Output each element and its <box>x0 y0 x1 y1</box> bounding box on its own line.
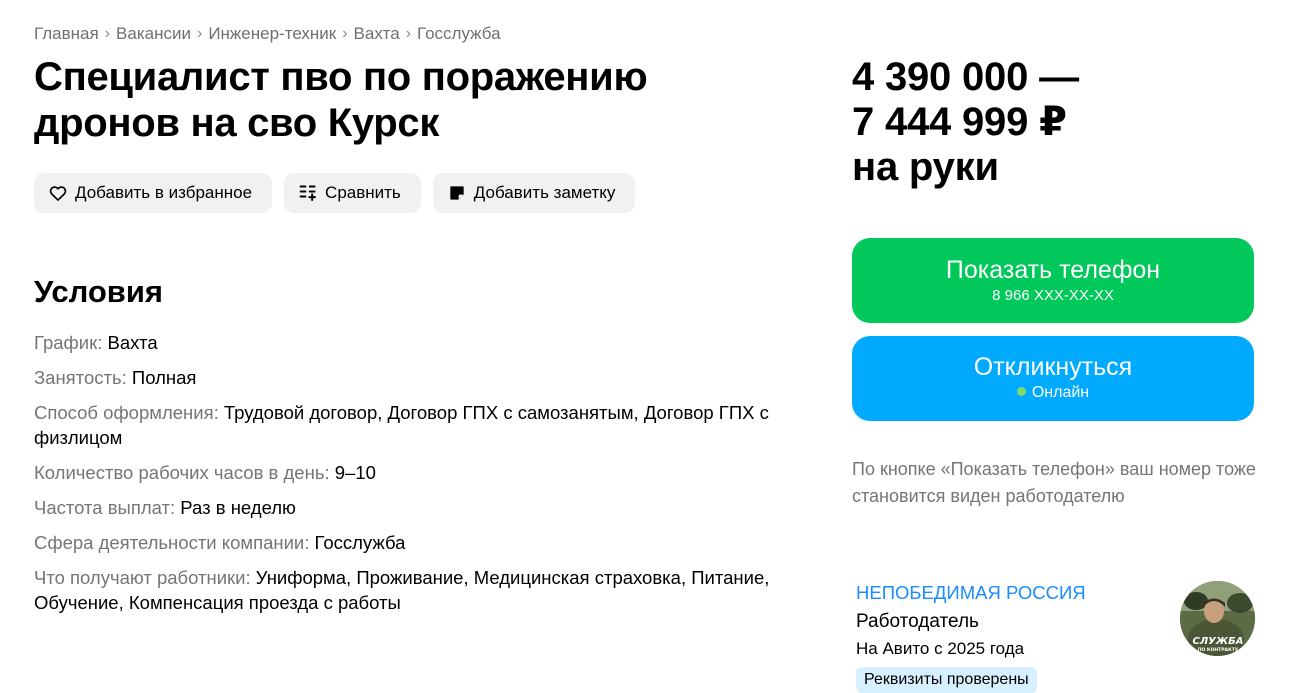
employer-since: На Авито с 2025 года <box>856 639 1025 658</box>
employer-role: Работодатель <box>856 611 979 632</box>
chevron-right-icon: › <box>104 25 111 42</box>
breadcrumb-civil-service[interactable]: Госслужба <box>417 24 501 44</box>
breadcrumb-shift[interactable]: Вахта <box>354 24 400 44</box>
respond-label: Откликнуться <box>973 353 1133 381</box>
compare-list-icon <box>298 183 318 203</box>
add-note-label: Добавить заметку <box>473 183 616 202</box>
condition-benefits: Что получают работники: Униформа, Прожив… <box>34 567 770 613</box>
add-note-button[interactable]: Добавить заметку <box>432 173 636 213</box>
online-status: Онлайн <box>852 383 1254 403</box>
salary-range: 4 390 000 — 7 444 999 ₽ на руки <box>852 55 1079 190</box>
salary-to: 7 444 999 ₽ <box>852 100 1067 144</box>
salary-net-label: на руки <box>852 145 999 189</box>
breadcrumb-vacancies[interactable]: Вакансии <box>116 24 191 44</box>
employer-name-link[interactable]: НЕПОБЕДИМАЯ РОССИЯ <box>856 581 1086 605</box>
breadcrumb-engineer[interactable]: Инженер-техник <box>208 24 336 44</box>
employer-card: НЕПОБЕДИМАЯ РОССИЯ Работодатель На Авито… <box>856 581 1086 693</box>
salary-from: 4 390 000 — <box>852 55 1079 99</box>
phone-number-masked: 8 966 XXX-XX-XX <box>992 287 1114 304</box>
online-dot-icon <box>1016 387 1026 396</box>
breadcrumb: Главная › Вакансии › Инженер-техник › Ва… <box>34 24 501 44</box>
show-phone-label: Показать телефон <box>945 256 1161 284</box>
show-phone-button[interactable]: Показать телефон 8 966 XXX-XX-XX <box>852 238 1254 323</box>
conditions-heading: Условия <box>34 274 163 309</box>
employer-avatar[interactable]: СЛУЖБА ПО КОНТРАКТУ <box>1180 581 1255 656</box>
condition-contract-type: Способ оформления: Трудовой договор, Дог… <box>34 402 769 448</box>
avatar-text-main: СЛУЖБА <box>1193 636 1244 647</box>
phone-visibility-hint: По кнопке «Показать телефон» ваш номер т… <box>852 459 1256 506</box>
condition-payment-frequency: Частота выплат: Раз в неделю <box>34 497 296 518</box>
condition-employment: Занятость: Полная <box>34 367 197 388</box>
compare-label: Сравнить <box>325 183 401 202</box>
add-to-favorites-button[interactable]: Добавить в избранное <box>34 173 273 213</box>
avatar-text-sub: ПО КОНТРАКТУ <box>1198 647 1239 653</box>
heart-icon <box>48 183 68 203</box>
chevron-right-icon: › <box>405 25 412 42</box>
page-title: Специалист пво по поражению дронов на св… <box>34 55 648 145</box>
chevron-right-icon: › <box>197 25 203 42</box>
condition-company-sphere: Сфера деятельности компании: Госслужба <box>34 532 406 553</box>
chevron-right-icon: › <box>342 25 348 42</box>
condition-schedule: График: Вахта <box>34 332 158 353</box>
breadcrumb-home[interactable]: Главная <box>34 24 99 44</box>
conditions-list: График: Вахта Занятость: Полная Способ о… <box>34 330 794 625</box>
verified-badge[interactable]: Реквизиты проверены <box>856 667 1037 693</box>
add-to-favorites-label: Добавить в избранное <box>75 183 253 202</box>
action-bar: Добавить в избранное Сравнить Добавить з… <box>34 173 636 213</box>
respond-button[interactable]: Откликнуться Онлайн <box>852 336 1254 421</box>
condition-work-hours: Количество рабочих часов в день: 9–10 <box>34 462 376 483</box>
note-icon <box>447 183 467 203</box>
compare-button[interactable]: Сравнить <box>284 173 421 213</box>
